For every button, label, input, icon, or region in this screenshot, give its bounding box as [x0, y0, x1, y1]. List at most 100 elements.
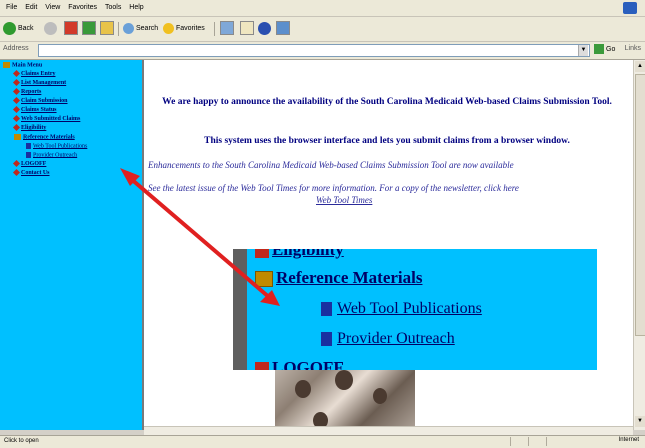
announcement-heading: We are happy to announce the availabilit…: [162, 97, 612, 107]
address-label: Address: [3, 45, 29, 52]
globe-icon: [258, 21, 271, 35]
stop-button[interactable]: [64, 21, 78, 37]
newsletter-note: See the latest issue of the Web Tool Tim…: [148, 183, 519, 193]
star-icon: [163, 22, 174, 34]
links-button[interactable]: Links: [625, 45, 641, 52]
forward-arrow-icon: [44, 21, 57, 35]
eligibility-icon: [255, 249, 269, 259]
refresh-icon: [82, 21, 96, 36]
status-text: Click to open: [4, 438, 39, 444]
claim-submission-icon: [12, 97, 21, 105]
sidebar-item-provider-outreach[interactable]: Provider Outreach: [26, 152, 77, 158]
menu-file[interactable]: File: [6, 0, 17, 16]
newsletter-link[interactable]: Web Tool Times: [316, 195, 372, 205]
toolbar-separator: [118, 22, 119, 36]
address-bar: Address ▼ Go Links: [0, 42, 645, 60]
document-icon: [26, 143, 31, 149]
zoom-outreach-label: Provider Outreach: [337, 330, 455, 347]
eligibility-icon: [12, 124, 21, 132]
favorites-button[interactable]: Favorites: [163, 21, 205, 37]
sidebar-item-list-management[interactable]: List Management: [12, 79, 67, 87]
scroll-thumb[interactable]: [635, 74, 645, 336]
zoom-eligibility: Eligibility: [255, 249, 344, 260]
menu-view[interactable]: View: [45, 0, 60, 16]
search-icon: [123, 22, 134, 34]
toolbar-separator: [214, 22, 215, 36]
book-icon: [14, 134, 21, 140]
go-arrow-icon: [594, 44, 604, 54]
sidebar-main-menu[interactable]: Main Menu: [3, 62, 42, 68]
zoom-provider-outreach: Provider Outreach: [321, 330, 455, 348]
mail-button[interactable]: [240, 21, 254, 37]
menu-edit[interactable]: Edit: [25, 0, 37, 16]
status-pane: [528, 437, 543, 446]
sidebar-item-contact-us[interactable]: Contact Us: [12, 169, 50, 177]
logoff-icon: [255, 362, 269, 370]
favorites-label: Favorites: [176, 25, 205, 32]
list-management-icon: [12, 79, 21, 87]
scroll-up-icon[interactable]: ▲: [635, 61, 645, 72]
messenger-button[interactable]: [258, 21, 273, 37]
document-icon: [321, 332, 332, 347]
search-label: Search: [136, 25, 159, 32]
home-icon: [100, 21, 114, 36]
book-icon: [3, 62, 10, 68]
chevron-down-icon[interactable]: ▼: [578, 45, 588, 56]
sidebar-item-eligibility[interactable]: Eligibility: [12, 124, 47, 132]
sidebar-item-reports[interactable]: Reports: [12, 88, 42, 96]
zoom-edge: [233, 249, 247, 370]
sidebar-item-label: Contact Us: [21, 170, 50, 176]
edit-button[interactable]: [276, 21, 290, 37]
sidebar-item-reference-materials[interactable]: Reference Materials: [14, 134, 75, 140]
status-pane: [546, 437, 561, 446]
document-icon: [321, 302, 332, 317]
zoom-reference-label: Reference Materials: [276, 268, 423, 287]
web-claims-icon: [12, 115, 21, 123]
sidebar-item-label: Eligibility: [21, 125, 47, 131]
sidebar-item-web-tool-publications[interactable]: Web Tool Publications: [26, 143, 87, 149]
sidebar-item-claim-submission[interactable]: Claim Submission: [12, 97, 68, 105]
document-icon: [26, 152, 31, 158]
go-button[interactable]: Go: [594, 44, 615, 54]
sidebar-item-label: Web Tool Publications: [33, 143, 88, 150]
claims-status-icon: [12, 106, 21, 114]
scroll-down-icon[interactable]: ▼: [635, 416, 645, 427]
zoom-reference-materials: Reference Materials: [255, 268, 422, 288]
refresh-button[interactable]: [82, 21, 96, 37]
sidebar-item-label: LOGOFF: [21, 161, 47, 167]
edit-icon: [276, 21, 290, 36]
go-label: Go: [606, 45, 616, 53]
mail-icon: [240, 21, 254, 36]
reports-icon: [12, 88, 21, 96]
status-pane: [510, 437, 525, 446]
zoom-logoff: LOGOFF: [255, 358, 344, 370]
sidebar-item-logoff[interactable]: LOGOFF: [12, 160, 47, 168]
zoom-web-tool-publications: Web Tool Publications: [321, 300, 482, 318]
book-icon: [255, 271, 273, 288]
status-bar: Click to open Internet: [0, 435, 645, 448]
sidebar-item-web-submitted-claims[interactable]: Web Submitted Claims: [12, 115, 80, 123]
security-zone: Internet: [618, 437, 639, 443]
vertical-scrollbar[interactable]: ▲ ▼: [633, 60, 645, 430]
back-arrow-icon: [3, 21, 16, 35]
back-button[interactable]: Back: [3, 21, 34, 37]
menu-bar: File Edit View Favorites Tools Help: [0, 0, 645, 17]
forward-button[interactable]: [44, 21, 59, 37]
sidebar-item-claims-status[interactable]: Claims Status: [12, 106, 57, 114]
menu-help[interactable]: Help: [129, 0, 143, 16]
home-button[interactable]: [100, 21, 114, 37]
browser-note: This system uses the browser interface a…: [204, 136, 570, 146]
sidebar-item-label: List Management: [21, 80, 67, 86]
address-input[interactable]: ▼: [38, 44, 590, 57]
menu-favorites[interactable]: Favorites: [68, 0, 97, 16]
sidebar-item-claims-entry[interactable]: Claims Entry: [12, 70, 56, 78]
zoom-logoff-label: LOGOFF: [272, 358, 344, 370]
zoom-callout: Eligibility Reference Materials Web Tool…: [233, 249, 597, 370]
history-button[interactable]: [220, 21, 234, 37]
sidebar-item-label: Claims Status: [21, 107, 57, 113]
menu-tools[interactable]: Tools: [105, 0, 121, 16]
windows-logo-icon: [623, 2, 637, 14]
claims-entry-icon: [12, 70, 21, 78]
sidebar-item-label: Reports: [21, 89, 42, 95]
search-button[interactable]: Search: [123, 21, 158, 37]
